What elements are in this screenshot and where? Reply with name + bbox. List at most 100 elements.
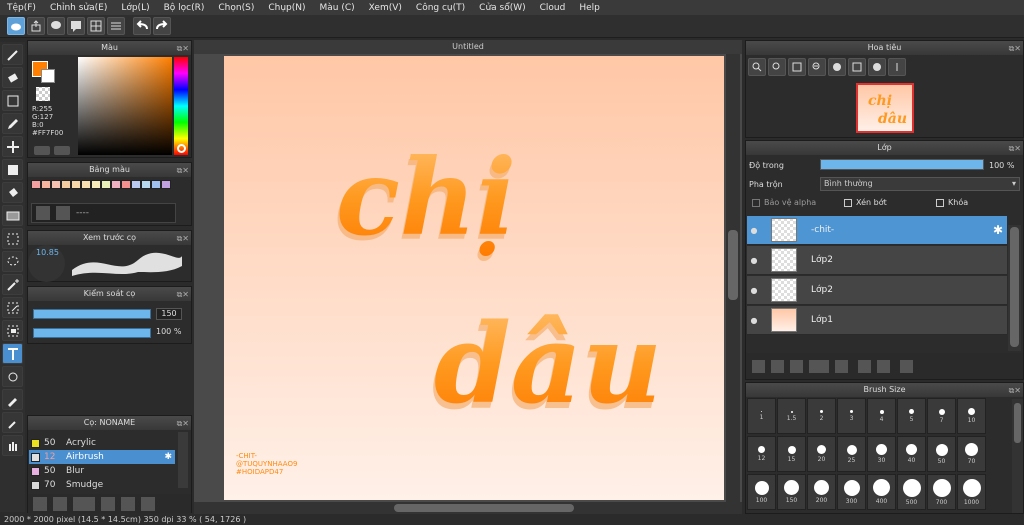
brush-size-cell[interactable]: 300 — [837, 474, 866, 510]
duplicate-brush-icon[interactable] — [121, 496, 135, 511]
pen-tool-icon[interactable] — [2, 113, 23, 134]
list-icon[interactable] — [107, 17, 125, 35]
layer-settings-gear-icon[interactable]: ✱ — [993, 223, 1003, 237]
comment-icon[interactable] — [67, 17, 85, 35]
move-tool-icon[interactable] — [2, 136, 23, 157]
menu-item[interactable]: Cloud — [533, 3, 573, 13]
navigator-thumbnail[interactable]: chị dâu — [856, 83, 914, 133]
brush-size-cell[interactable]: 5 — [897, 398, 926, 434]
protect-alpha-checkbox[interactable] — [752, 199, 760, 207]
select-eraser-icon[interactable] — [2, 320, 23, 341]
brush-size-slider[interactable] — [33, 309, 151, 319]
brush-size-cell[interactable]: 1 — [747, 398, 776, 434]
brush-size-cell[interactable]: 7 — [927, 398, 956, 434]
palette-swatch[interactable] — [41, 180, 51, 189]
visibility-eye-icon[interactable]: ● — [747, 226, 761, 235]
brush-size-cell[interactable]: 3 — [837, 398, 866, 434]
brush-size-cell[interactable]: 50 — [927, 436, 956, 472]
layer-row[interactable]: ● Lớp2 — [747, 276, 1007, 305]
palette-swatch[interactable] — [101, 180, 111, 189]
new-palette-icon[interactable] — [36, 206, 50, 220]
layer-row[interactable]: ● Lớp2 — [747, 246, 1007, 275]
menu-item[interactable]: Công cụ(T) — [409, 3, 472, 13]
brush-size-cell[interactable]: 400 — [867, 474, 896, 510]
eraser-tool-icon[interactable] — [2, 67, 23, 88]
select-pen-icon[interactable] — [2, 297, 23, 318]
layer-folder-icon[interactable] — [835, 359, 848, 373]
hue-cursor[interactable] — [177, 144, 186, 153]
brush-size-cell[interactable]: 100 — [747, 474, 776, 510]
undo-icon[interactable] — [133, 17, 151, 35]
panel-popout-icon[interactable]: ⧉✕ — [177, 232, 189, 246]
brush-size-cell[interactable]: 12 — [747, 436, 776, 472]
saturation-value-picker[interactable] — [78, 57, 172, 155]
add-layer-menu-icon[interactable] — [809, 359, 829, 373]
menu-item[interactable]: Chỉnh sửa(E) — [43, 3, 114, 13]
menu-item[interactable]: Chụp(N) — [261, 3, 312, 13]
fit-screen-icon[interactable] — [788, 58, 806, 76]
brush-size-cell[interactable]: 10 — [957, 398, 986, 434]
new-brush-icon[interactable] — [53, 496, 67, 511]
lock-checkbox[interactable] — [936, 199, 944, 207]
pan-hand-icon[interactable] — [2, 435, 23, 456]
brush-size-cell[interactable]: 30 — [867, 436, 896, 472]
layer-row[interactable]: ● -chit- ✱ — [747, 216, 1007, 245]
palette-swatch[interactable] — [91, 180, 101, 189]
redo-icon[interactable] — [153, 17, 171, 35]
brush-list-item[interactable]: 50 Acrylic — [29, 436, 175, 450]
menu-item[interactable]: Bộ lọc(R) — [157, 3, 212, 13]
merge-layer-icon[interactable] — [877, 359, 890, 373]
new-layer-icon[interactable] — [752, 359, 765, 373]
layer-row[interactable]: ● Lớp1 — [747, 306, 1007, 335]
blend-mode-select[interactable]: Bình thường ▾ — [820, 177, 1020, 191]
palette-swatch[interactable] — [161, 180, 171, 189]
brush-size-cell[interactable]: 20 — [807, 436, 836, 472]
duplicate-layer-icon[interactable] — [858, 359, 871, 373]
canvas-tab[interactable]: Untitled — [194, 40, 742, 54]
zoom-in-icon[interactable] — [748, 58, 766, 76]
text-tool-icon[interactable] — [2, 343, 23, 364]
palette-swatch[interactable] — [51, 180, 61, 189]
brush-size-cell[interactable]: 40 — [897, 436, 926, 472]
brush-size-cell[interactable]: 15 — [777, 436, 806, 472]
panel-popout-icon[interactable]: ⧉✕ — [177, 288, 189, 302]
canvas-vscrollbar[interactable] — [726, 54, 740, 502]
color-mode-button[interactable] — [34, 146, 50, 155]
delete-brush-icon[interactable] — [141, 496, 155, 511]
palette-swatch[interactable] — [141, 180, 151, 189]
clipping-checkbox[interactable] — [844, 199, 852, 207]
palette-swatch[interactable] — [111, 180, 121, 189]
new-halftone-layer-icon[interactable] — [771, 359, 784, 373]
panel-popout-icon[interactable]: ⧉✕ — [1009, 42, 1021, 56]
brush-list-scrollbar[interactable] — [178, 432, 188, 488]
brush-size-cell[interactable]: 70 — [957, 436, 986, 472]
zoom-fit-icon[interactable] — [768, 58, 786, 76]
panel-popout-icon[interactable]: ⧉✕ — [1009, 142, 1021, 156]
canvas-hscrollbar[interactable] — [194, 502, 742, 514]
grid-icon[interactable] — [87, 17, 105, 35]
fill-rect-tool-icon[interactable] — [2, 159, 23, 180]
brush-opacity-slider[interactable] — [33, 328, 151, 338]
brush-folder-icon[interactable] — [101, 496, 115, 511]
brush-list-item[interactable]: 70 Smudge — [29, 478, 175, 492]
brush-size-cell[interactable]: 200 — [807, 474, 836, 510]
palette-swatch[interactable] — [71, 180, 81, 189]
menu-item[interactable]: Lớp(L) — [114, 3, 156, 13]
menu-item[interactable]: Help — [572, 3, 607, 13]
palette-swatch[interactable] — [31, 180, 41, 189]
lasso-tool-icon[interactable] — [2, 251, 23, 272]
new-image-layer-icon[interactable] — [790, 359, 803, 373]
palette-swatch[interactable] — [151, 180, 161, 189]
visibility-eye-icon[interactable]: ● — [747, 256, 761, 265]
brush-size-value[interactable]: 150 — [156, 308, 182, 320]
gradient-tool-icon[interactable] — [2, 205, 23, 226]
menu-item[interactable]: Màu (C) — [313, 3, 362, 13]
brush-size-cell[interactable]: 4 — [867, 398, 896, 434]
flip-icon[interactable] — [888, 58, 906, 76]
color-picker-button[interactable] — [54, 146, 70, 155]
palette-swatch[interactable] — [121, 180, 131, 189]
brush-size-cell[interactable]: 25 — [837, 436, 866, 472]
palette-swatch[interactable] — [131, 180, 141, 189]
hue-slider[interactable] — [174, 57, 188, 155]
background-color-swatch[interactable] — [41, 69, 55, 83]
